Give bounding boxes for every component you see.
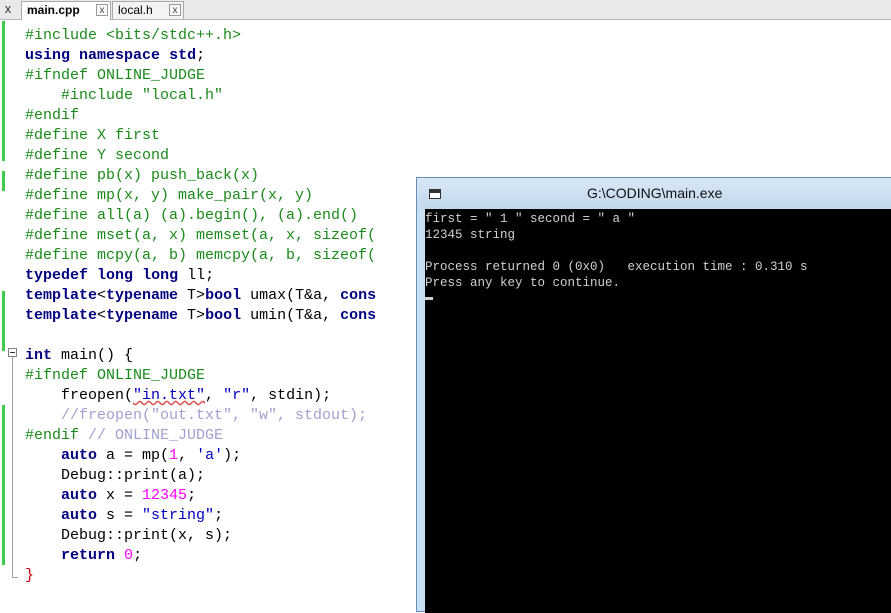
console-window[interactable]: G:\CODING\main.exe first = " 1 " second … (416, 177, 891, 613)
code-line: #define Y second (25, 147, 170, 164)
tab-main-cpp[interactable]: main.cpp x (21, 1, 111, 20)
tab-close-icon[interactable]: x (169, 4, 181, 16)
code-line: int main() { (25, 347, 134, 364)
code-line: #define mp(x, y) make_pair(x, y) (25, 187, 314, 204)
tab-close-icon[interactable]: x (96, 4, 108, 16)
tab-local-h[interactable]: local.h x (112, 1, 184, 19)
code-line: #include "local.h" (25, 87, 224, 104)
tab-label: main.cpp (27, 3, 80, 17)
tab-label: local.h (118, 3, 153, 17)
console-title-bar[interactable]: G:\CODING\main.exe (417, 178, 891, 209)
code-line: auto a = mp(1, 'a'); (61, 447, 242, 464)
tab-bar: x main.cpp x local.h x (0, 0, 891, 20)
console-line: first = " 1 " second = " a " (425, 212, 636, 226)
code-line: Debug::print(x, s); (25, 527, 233, 544)
fold-line (12, 357, 13, 577)
code-line: #define X first (25, 127, 161, 144)
console-title: G:\CODING\main.exe (587, 185, 723, 201)
code-line: #define all(a) (a).begin(), (a).end() (25, 207, 359, 224)
code-line: template<typename T>bool umin(T&a, cons (25, 307, 377, 324)
code-line: auto s = "string"; (61, 507, 224, 524)
close-all-icon[interactable]: x (1, 2, 15, 16)
code-line: #endif (25, 107, 80, 124)
code-line: #ifndef ONLINE_JUDGE (25, 67, 206, 84)
editor-gutter (0, 21, 22, 612)
code-line: auto x = 12345; (61, 487, 197, 504)
code-line: #define pb(x) push_back(x) (25, 167, 260, 184)
code-line: template<typename T>bool umax(T&a, cons (25, 287, 377, 304)
code-line: #endif // ONLINE_JUDGE (25, 427, 224, 444)
change-marker (2, 405, 5, 565)
code-line: #include <bits/stdc++.h> (25, 27, 242, 44)
code-line: freopen("in.txt", "r", stdin); (25, 387, 332, 404)
fold-line-end (12, 577, 18, 578)
code-text: #include <bits/stdc++.h> using namespace… (25, 26, 376, 586)
console-cursor-line (425, 291, 891, 307)
code-line: #define mcpy(a, b) memcpy(a, b, sizeof( (25, 247, 377, 264)
change-marker (2, 291, 5, 351)
text-cursor (425, 297, 433, 301)
code-line: typedef long long ll; (25, 267, 215, 284)
change-marker (2, 171, 5, 191)
console-line: 12345 string (425, 228, 516, 242)
fold-toggle-icon[interactable] (8, 348, 17, 357)
code-line: using namespace std; (25, 47, 206, 64)
code-line: #define mset(a, x) memset(a, x, sizeof( (25, 227, 377, 244)
code-line: return 0; (61, 547, 143, 564)
code-line: Debug::print(a); (25, 467, 206, 484)
console-output: first = " 1 " second = " a " 12345 strin… (425, 209, 891, 613)
console-line: Press any key to continue. (425, 276, 621, 290)
code-line: #ifndef ONLINE_JUDGE (25, 367, 206, 384)
change-marker (2, 21, 5, 161)
console-line: Process returned 0 (0x0) execution time … (425, 260, 808, 274)
code-line: } (25, 567, 35, 584)
code-line: //freopen("out.txt", "w", stdout); (25, 407, 368, 424)
